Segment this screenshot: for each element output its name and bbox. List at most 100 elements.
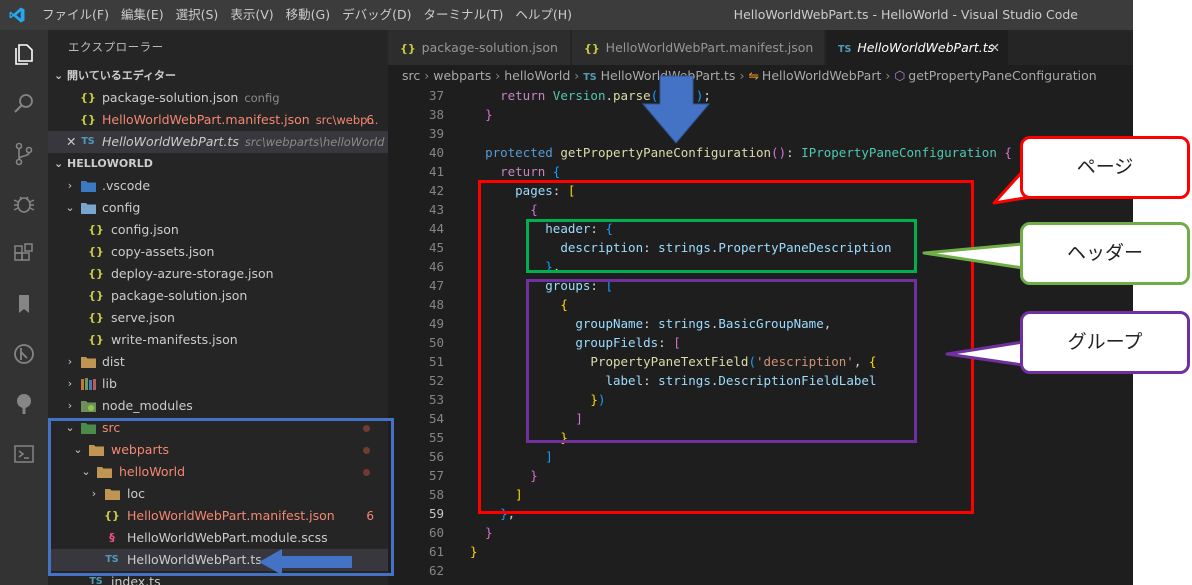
- close-icon[interactable]: ✕: [66, 131, 76, 153]
- code-token: IPropertyPaneConfiguration: [801, 145, 997, 160]
- tab-package-solution[interactable]: {} package-solution.json: [388, 30, 571, 65]
- menu-debug[interactable]: デバッグ(D): [336, 0, 417, 30]
- bookmark-icon[interactable]: [10, 290, 38, 318]
- tree-file[interactable]: {} deploy-azure-storage.json: [48, 263, 388, 285]
- code-line[interactable]: 57 }: [388, 466, 1133, 485]
- scss-file-icon: §: [109, 531, 115, 544]
- tree-file[interactable]: {} HelloWorldWebPart.manifest.json 6: [48, 505, 388, 527]
- open-editors-header[interactable]: ⌄ 開いているエディター: [48, 65, 388, 87]
- code-token: :: [786, 145, 802, 160]
- tree-file[interactable]: {} config.json: [48, 219, 388, 241]
- menu-go[interactable]: 移動(G): [280, 0, 336, 30]
- tree-file[interactable]: TS index.ts: [48, 571, 388, 585]
- chevron-right-icon: ›: [885, 68, 891, 83]
- code-token: [: [605, 278, 614, 293]
- json-file-icon: {}: [88, 267, 104, 280]
- close-icon[interactable]: ✕: [990, 30, 1000, 65]
- tree-folder-src[interactable]: ⌄ src: [48, 417, 388, 439]
- code-line[interactable]: 61}: [388, 542, 1133, 561]
- project-header[interactable]: ⌄ HELLOWORLD: [48, 153, 388, 175]
- problem-count-badge: 6: [366, 509, 374, 523]
- menu-selection[interactable]: 選択(S): [170, 0, 225, 30]
- ts-file-icon: TS: [81, 136, 95, 147]
- tab-webpart-ts[interactable]: TS HelloWorldWebPart.ts ✕: [826, 30, 1009, 65]
- breadcrumb-item[interactable]: HelloWorldWebPart.ts: [601, 68, 736, 83]
- search-icon[interactable]: [10, 90, 38, 118]
- breadcrumb-item[interactable]: HelloWorldWebPart: [762, 68, 881, 83]
- code-token: PropertyPaneDescription: [718, 240, 892, 255]
- code-text: {: [470, 200, 538, 219]
- chevron-right-icon: ›: [67, 377, 73, 390]
- code-line[interactable]: 56 ]: [388, 447, 1133, 466]
- tree-folder-helloworld[interactable]: ⌄ helloWorld: [48, 461, 388, 483]
- terminal-icon[interactable]: [10, 440, 38, 468]
- tree-folder-lib[interactable]: › lib: [48, 373, 388, 395]
- ts-file-icon: TS: [105, 554, 119, 565]
- code-token: :: [643, 316, 659, 331]
- tree-file-selected[interactable]: TS HelloWorldWebPart.ts: [48, 549, 388, 571]
- tree-file[interactable]: {} package-solution.json: [48, 285, 388, 307]
- code-token: {: [1004, 145, 1012, 160]
- tree-file[interactable]: {} serve.json: [48, 307, 388, 329]
- breadcrumb-item[interactable]: helloWorld: [504, 68, 570, 83]
- code-line[interactable]: 60 }: [388, 523, 1133, 542]
- git-graph-icon[interactable]: [10, 340, 38, 368]
- code-text: ]: [470, 485, 523, 504]
- tree-folder-webparts[interactable]: ⌄ webparts: [48, 439, 388, 461]
- code-line[interactable]: 48 {: [388, 295, 1133, 314]
- code-text: ]: [470, 409, 583, 428]
- menu-view[interactable]: 表示(V): [224, 0, 279, 30]
- tree-file[interactable]: {} write-manifests.json: [48, 329, 388, 351]
- tree-file[interactable]: {} copy-assets.json: [48, 241, 388, 263]
- line-number: 52: [428, 373, 444, 388]
- breadcrumb-item[interactable]: webparts: [433, 68, 491, 83]
- code-line[interactable]: 37 return Version.parse('1.0');: [388, 86, 1133, 105]
- code-token: '1.0': [658, 88, 696, 103]
- menu-file[interactable]: ファイル(F): [36, 0, 115, 30]
- json-file-icon: {}: [88, 311, 104, 324]
- extensions-icon[interactable]: [10, 240, 38, 268]
- code-token: :: [658, 335, 674, 350]
- source-control-icon[interactable]: [10, 140, 38, 168]
- tree-folder-dist[interactable]: › dist: [48, 351, 388, 373]
- open-editor-item[interactable]: {} package-solution.json config: [48, 87, 388, 109]
- code-line[interactable]: 55 }: [388, 428, 1133, 447]
- debug-icon[interactable]: [10, 190, 38, 218]
- line-number: 43: [428, 202, 444, 217]
- code-token: getPropertyPaneConfiguration: [560, 145, 772, 160]
- tree-folder-node-modules[interactable]: › node_modules: [48, 395, 388, 417]
- code-line[interactable]: 54 ]: [388, 409, 1133, 428]
- tree-file[interactable]: § HelloWorldWebPart.module.scss: [48, 527, 388, 549]
- menu-terminal[interactable]: ターミナル(T): [417, 0, 509, 30]
- code-line[interactable]: 59 };: [388, 504, 1133, 523]
- code-line[interactable]: 53 }): [388, 390, 1133, 409]
- open-editor-item[interactable]: ✕ TS HelloWorldWebPart.ts src\webparts\he…: [48, 131, 388, 153]
- folder-icon: [104, 483, 120, 505]
- code-token: header: [545, 221, 591, 236]
- menu-edit[interactable]: 編集(E): [115, 0, 170, 30]
- code-line[interactable]: 58 ]: [388, 485, 1133, 504]
- menu-help[interactable]: ヘルプ(H): [509, 0, 578, 30]
- code-line[interactable]: 38 }: [388, 105, 1133, 124]
- tree-icon[interactable]: [10, 390, 38, 418]
- explorer-icon[interactable]: [10, 40, 38, 68]
- code-token: ): [597, 392, 606, 407]
- code-line[interactable]: 43 {: [388, 200, 1133, 219]
- breadcrumb-item[interactable]: getPropertyPaneConfiguration: [908, 68, 1096, 83]
- folder-icon: [96, 461, 112, 483]
- tab-manifest[interactable]: {} HelloWorldWebPart.manifest.json: [572, 30, 825, 65]
- code-text: return {: [470, 162, 560, 181]
- code-line[interactable]: 52 label: strings.DescriptionFieldLabel: [388, 371, 1133, 390]
- open-editor-item[interactable]: {} HelloWorldWebPart.manifest.json src\we…: [48, 109, 388, 131]
- tree-folder-config[interactable]: ⌄ config: [48, 197, 388, 219]
- code-token: return: [500, 88, 553, 103]
- tree-folder-vscode[interactable]: › .vscode: [48, 175, 388, 197]
- breadcrumb-item[interactable]: src: [402, 68, 420, 83]
- code-token: description: [560, 240, 644, 255]
- line-number: 38: [428, 107, 444, 122]
- code-line[interactable]: 62: [388, 561, 1133, 580]
- tree-folder-loc[interactable]: › loc: [48, 483, 388, 505]
